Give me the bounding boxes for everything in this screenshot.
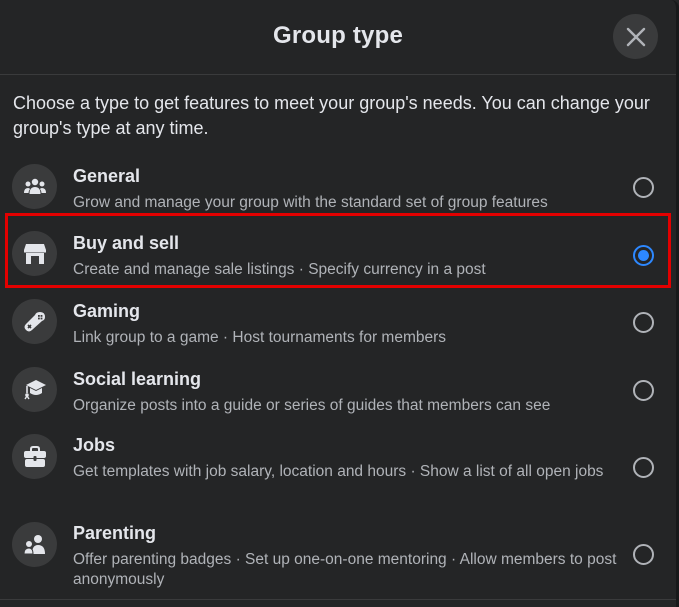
option-description: Grow and manage your group with the stan… — [73, 194, 548, 211]
parent-child-icon — [22, 534, 47, 556]
option-icon-circle — [12, 231, 57, 276]
option-label: Social learning — [73, 369, 202, 389]
option-description: Create and manage sale listings · Specif… — [73, 261, 486, 278]
option-icon-circle — [12, 434, 57, 479]
option-icon-circle — [12, 299, 57, 344]
option-label: General — [73, 166, 141, 186]
option-general[interactable]: General Grow and manage your group with … — [6, 162, 670, 214]
close-button[interactable] — [613, 14, 658, 59]
game-controller-icon — [23, 310, 47, 334]
radio-social-learning[interactable] — [633, 380, 654, 401]
dialog-header: Group type — [0, 0, 676, 75]
option-description: Link group to a game · Host tournaments … — [73, 329, 447, 346]
storefront-icon — [23, 243, 47, 265]
option-icon-circle — [12, 164, 57, 209]
group-type-dialog: Group type Choose a type to get features… — [0, 0, 679, 607]
option-label: Jobs — [73, 435, 116, 455]
option-description: Offer parenting badges · Set up one-on-o… — [73, 551, 617, 588]
footer-divider — [0, 599, 676, 600]
option-social-learning[interactable]: Social learning Organize posts into a gu… — [6, 365, 670, 417]
radio-jobs[interactable] — [633, 457, 654, 478]
option-jobs[interactable]: Jobs Get templates with job salary, loca… — [6, 432, 670, 504]
option-description: Organize posts into a guide or series of… — [73, 397, 551, 414]
option-parenting[interactable]: Parenting Offer parenting badges · Set u… — [6, 520, 670, 592]
radio-buy-and-sell[interactable] — [633, 245, 654, 266]
option-icon-circle — [12, 522, 57, 567]
intro-text: Choose a type to get features to meet yo… — [13, 93, 650, 138]
option-label: Gaming — [73, 301, 141, 321]
option-label: Parenting — [73, 523, 157, 543]
option-icon-circle — [12, 367, 57, 412]
people-group-icon — [23, 177, 47, 197]
option-buy-and-sell[interactable]: Buy and sell Create and manage sale list… — [6, 229, 670, 281]
graduation-cap-icon — [23, 378, 47, 402]
radio-gaming[interactable] — [633, 312, 654, 333]
briefcase-icon — [23, 445, 47, 468]
option-gaming[interactable]: Gaming Link group to a game · Host tourn… — [6, 297, 670, 349]
radio-parenting[interactable] — [633, 544, 654, 565]
dialog-title: Group type — [272, 22, 403, 49]
option-description: Get templates with job salary, location … — [73, 463, 604, 480]
radio-general[interactable] — [633, 177, 654, 198]
close-icon — [625, 26, 647, 48]
option-label: Buy and sell — [73, 233, 180, 253]
